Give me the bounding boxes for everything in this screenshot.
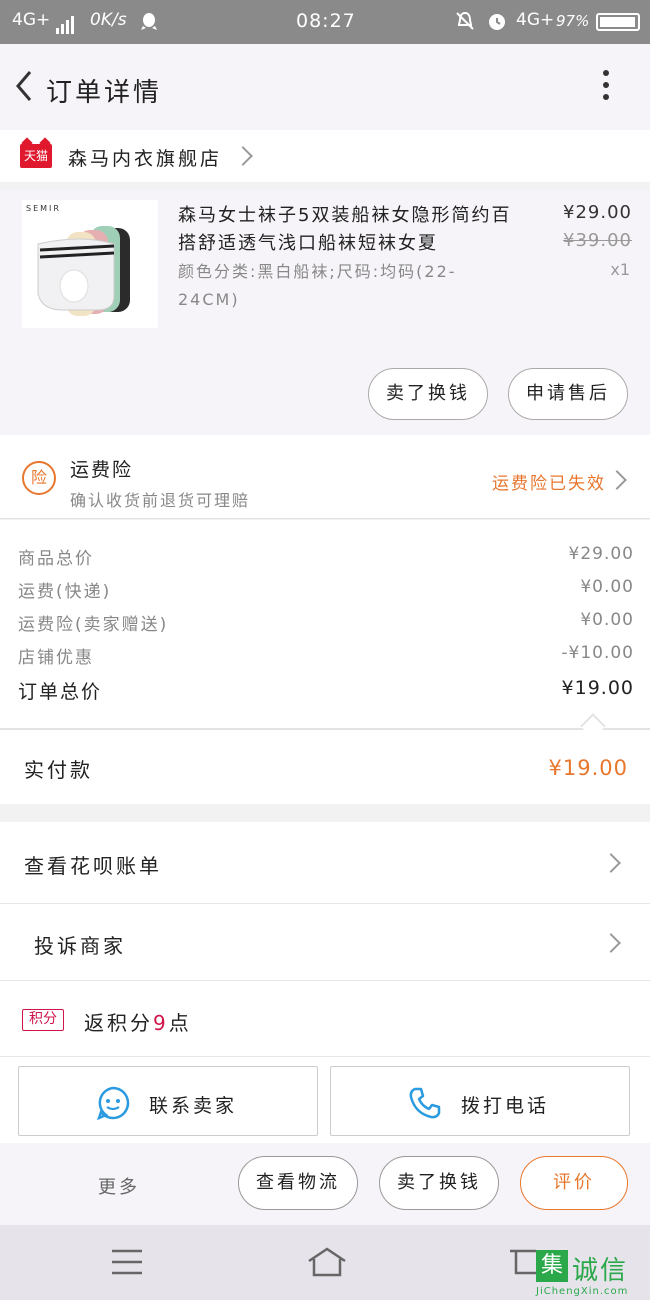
chevron-right-icon bbox=[601, 853, 621, 873]
product-image-brand: SEMIR bbox=[26, 204, 61, 213]
insurance-icon: 险 bbox=[22, 461, 56, 495]
clock: 08:27 bbox=[296, 10, 356, 32]
qq-icon bbox=[140, 12, 158, 37]
call-button[interactable]: 拨打电话 bbox=[330, 1066, 630, 1136]
insurance-subtitle: 确认收货前退货可理赔 bbox=[70, 491, 251, 510]
summary-value: ¥0.00 bbox=[580, 610, 634, 630]
battery-icon bbox=[596, 13, 640, 31]
signal-icon bbox=[56, 14, 76, 34]
socks-illustration bbox=[37, 226, 130, 316]
summary-value: ¥0.00 bbox=[580, 577, 634, 597]
product-name[interactable]: 森马女士袜子5双装船袜女隐形简约百搭舒适透气浅口船袜短袜女夏 bbox=[178, 202, 518, 258]
action-bar: 更多 查看物流 卖了换钱 评价 bbox=[0, 1143, 650, 1225]
view-logistics-button[interactable]: 查看物流 bbox=[238, 1156, 358, 1210]
product-quantity: x1 bbox=[610, 260, 630, 279]
points-text: 返积分9点 bbox=[84, 1007, 192, 1036]
contact-seller-label: 联系卖家 bbox=[149, 1095, 238, 1117]
insurance-status: 运费险已失效 bbox=[492, 474, 606, 494]
insurance-title: 运费险 bbox=[70, 459, 134, 481]
product-sku: 颜色分类:黑白船袜;尺码:均码(22-24CM) bbox=[178, 262, 457, 309]
shop-row[interactable]: 天猫 森马内衣旗舰店 bbox=[0, 130, 650, 182]
points-badge: 积分 bbox=[22, 1009, 64, 1031]
order-total-value: ¥19.00 bbox=[561, 677, 634, 699]
sell-exchange-button[interactable]: 卖了换钱 bbox=[368, 368, 488, 420]
summary-label: 运费险(卖家赠送) bbox=[18, 615, 169, 635]
mute-icon bbox=[454, 10, 476, 37]
more-menu-icon[interactable] bbox=[594, 70, 618, 106]
watermark-text: 诚信 bbox=[572, 1256, 629, 1286]
contact-seller-button[interactable]: 联系卖家 bbox=[18, 1066, 318, 1136]
points-suffix: 点 bbox=[168, 1011, 192, 1035]
network-type-right: 4G+ bbox=[516, 10, 555, 30]
shop-name: 森马内衣旗舰店 bbox=[68, 148, 223, 170]
summary-row: 运费险(卖家赠送) ¥0.00 bbox=[18, 610, 634, 636]
status-bar: 4G+ 0K/s 08:27 4G+ 97% bbox=[0, 0, 650, 44]
product-price: ¥29.00 bbox=[563, 202, 632, 223]
order-total-row: 订单总价 ¥19.00 bbox=[18, 677, 634, 703]
review-button[interactable]: 评价 bbox=[520, 1156, 628, 1210]
paid-value: ¥19.00 bbox=[548, 756, 628, 780]
summary-value: ¥29.00 bbox=[568, 544, 634, 564]
battery-percent: 97% bbox=[556, 12, 590, 30]
sell-exchange-button-bottom[interactable]: 卖了换钱 bbox=[379, 1156, 499, 1210]
phone-icon bbox=[407, 1085, 443, 1125]
paid-row: 实付款 ¥19.00 bbox=[0, 730, 650, 804]
app-header: 订单详情 bbox=[0, 44, 650, 130]
shipping-insurance-row[interactable]: 险 运费险 确认收货前退货可理赔 运费险已失效 bbox=[0, 435, 650, 519]
back-icon[interactable] bbox=[8, 66, 48, 106]
menu-icon[interactable] bbox=[110, 1247, 144, 1281]
watermark-logo: 集 诚信 JiChengXin.com bbox=[536, 1250, 650, 1300]
network-speed: 0K/s bbox=[90, 10, 127, 30]
huabei-bill-label: 查看花呗账单 bbox=[24, 854, 162, 878]
contact-bar: 联系卖家 拨打电话 bbox=[0, 1057, 650, 1143]
complain-seller-label: 投诉商家 bbox=[34, 934, 126, 958]
page-title: 订单详情 bbox=[46, 78, 163, 108]
chevron-right-icon bbox=[607, 470, 627, 490]
summary-row: 商品总价 ¥29.00 bbox=[18, 544, 634, 570]
alarm-icon bbox=[486, 10, 508, 37]
network-type-left: 4G+ bbox=[12, 10, 51, 30]
price-summary: 商品总价 ¥29.00 运费(快递) ¥0.00 运费险(卖家赠送) ¥0.00 店铺… bbox=[0, 520, 650, 730]
home-icon[interactable] bbox=[306, 1245, 348, 1283]
summary-value: -¥10.00 bbox=[561, 643, 634, 663]
product-card: SEMIR 森马女士袜子5双装船袜女隐形简约百搭舒适透气浅口船袜短袜女夏 颜色分… bbox=[0, 190, 650, 435]
order-total-label: 订单总价 bbox=[18, 681, 103, 703]
points-count: 9 bbox=[153, 1011, 169, 1035]
summary-row: 店铺优惠 -¥10.00 bbox=[18, 643, 634, 669]
chevron-right-icon bbox=[233, 146, 253, 166]
complain-seller-row[interactable]: 投诉商家 bbox=[0, 904, 650, 981]
summary-label: 商品总价 bbox=[18, 549, 94, 569]
tmall-badge: 天猫 bbox=[20, 144, 52, 168]
points-row: 积分 返积分9点 bbox=[0, 981, 650, 1057]
points-prefix: 返积分 bbox=[84, 1011, 153, 1035]
summary-label: 店铺优惠 bbox=[18, 648, 94, 668]
watermark-url: JiChengXin.com bbox=[536, 1286, 629, 1297]
paid-label: 实付款 bbox=[24, 758, 93, 782]
after-sale-button[interactable]: 申请售后 bbox=[508, 368, 628, 420]
product-original-price: ¥39.00 bbox=[563, 230, 632, 251]
product-image[interactable]: SEMIR bbox=[22, 200, 158, 328]
watermark-box: 集 bbox=[536, 1250, 568, 1282]
chevron-right-icon bbox=[601, 933, 621, 953]
back-nav-icon[interactable] bbox=[508, 1247, 538, 1281]
more-button[interactable]: 更多 bbox=[98, 1173, 140, 1199]
summary-label: 运费(快递) bbox=[18, 582, 112, 602]
huabei-bill-row[interactable]: 查看花呗账单 bbox=[0, 822, 650, 904]
summary-row: 运费(快递) ¥0.00 bbox=[18, 577, 634, 603]
call-label: 拨打电话 bbox=[461, 1095, 550, 1117]
chat-icon bbox=[95, 1085, 131, 1125]
